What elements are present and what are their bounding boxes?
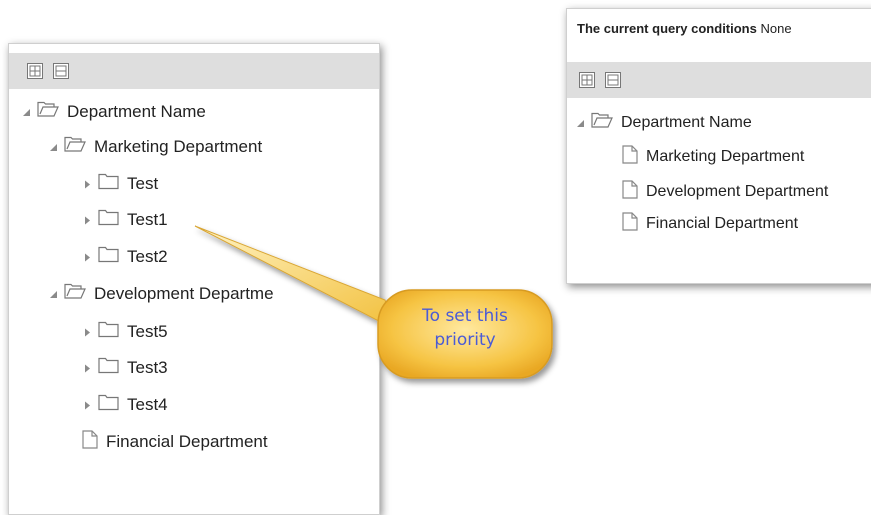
callout-text: To set this priority (400, 304, 530, 352)
tree-node-label: Development Department (646, 183, 829, 200)
file-icon (622, 180, 638, 204)
folder-icon (98, 321, 119, 343)
expanded-arrow-icon[interactable] (21, 107, 31, 117)
collapsed-arrow-icon[interactable] (82, 327, 92, 337)
tree-node[interactable]: Test1 (82, 208, 168, 232)
tree-node-label: Test4 (127, 395, 168, 414)
collapsed-arrow-icon[interactable] (82, 215, 92, 225)
tree-node[interactable]: Test5 (82, 320, 168, 344)
tree-node-label: Test5 (127, 322, 168, 341)
tree-node-label: Test (127, 174, 159, 193)
collapsed-arrow-icon[interactable] (82, 179, 92, 189)
query-result-panel: The current query conditions None Depart… (566, 8, 871, 284)
folder-open-icon (64, 136, 86, 158)
tree-node-label: Department Name (67, 102, 206, 121)
callout-line-1: To set this (422, 306, 508, 326)
expanded-arrow-icon[interactable] (575, 118, 585, 128)
tree-node-label: Department Name (621, 114, 752, 131)
folder-icon (98, 246, 119, 268)
tree-node-label: Marketing Department (646, 148, 805, 165)
tree-node[interactable]: Test4 (82, 393, 168, 417)
tree-node-label: Financial Department (646, 215, 799, 232)
tree-toolbar (567, 62, 871, 98)
query-conditions: The current query conditions None (577, 21, 792, 36)
file-icon (82, 430, 98, 454)
folder-open-icon (37, 101, 59, 123)
tree-node-label: Test2 (127, 247, 168, 266)
folder-open-icon (591, 112, 613, 134)
collapsed-arrow-icon[interactable] (82, 400, 92, 410)
collapse-all-icon[interactable] (53, 63, 69, 79)
tree-node-label: Marketing Department (94, 137, 263, 156)
tree-node[interactable]: Test2 (82, 245, 168, 269)
folder-icon (98, 357, 119, 379)
expanded-arrow-icon[interactable] (48, 289, 58, 299)
tree-node-label: Financial Department (106, 432, 268, 451)
callout-line-2: priority (434, 330, 496, 350)
expand-all-icon[interactable] (27, 63, 43, 79)
folder-open-icon (64, 283, 86, 305)
query-conditions-value: None (760, 21, 792, 36)
tree-node[interactable]: Test (82, 172, 158, 196)
collapsed-arrow-icon[interactable] (82, 363, 92, 373)
tree-node[interactable]: Financial Department (606, 212, 798, 236)
expand-all-icon[interactable] (579, 72, 595, 88)
tree-node[interactable]: Department Name (575, 111, 752, 135)
tree-node[interactable]: Test3 (82, 356, 168, 380)
department-tree-panel: Department Name Marketing Department Test T… (8, 43, 380, 515)
query-conditions-label: The current query conditions (577, 21, 757, 36)
tree-node[interactable]: Development Departme (48, 282, 274, 306)
tree-node[interactable]: Financial Department (66, 430, 268, 454)
tree-node[interactable]: Marketing Department (606, 145, 804, 169)
tree-node[interactable]: Department Name (21, 100, 206, 124)
folder-icon (98, 173, 119, 195)
tree-node[interactable]: Marketing Department (48, 135, 262, 159)
folder-icon (98, 209, 119, 231)
file-icon (622, 212, 638, 236)
tree-toolbar (9, 53, 379, 89)
tree-node-label: Test3 (127, 358, 168, 377)
tree-node-label: Development Departme (94, 284, 274, 303)
folder-icon (98, 394, 119, 416)
file-icon (622, 145, 638, 169)
tree-node[interactable]: Development Department (606, 180, 828, 204)
collapsed-arrow-icon[interactable] (82, 252, 92, 262)
expanded-arrow-icon[interactable] (48, 142, 58, 152)
tree-node-label: Test1 (127, 210, 168, 229)
collapse-all-icon[interactable] (605, 72, 621, 88)
